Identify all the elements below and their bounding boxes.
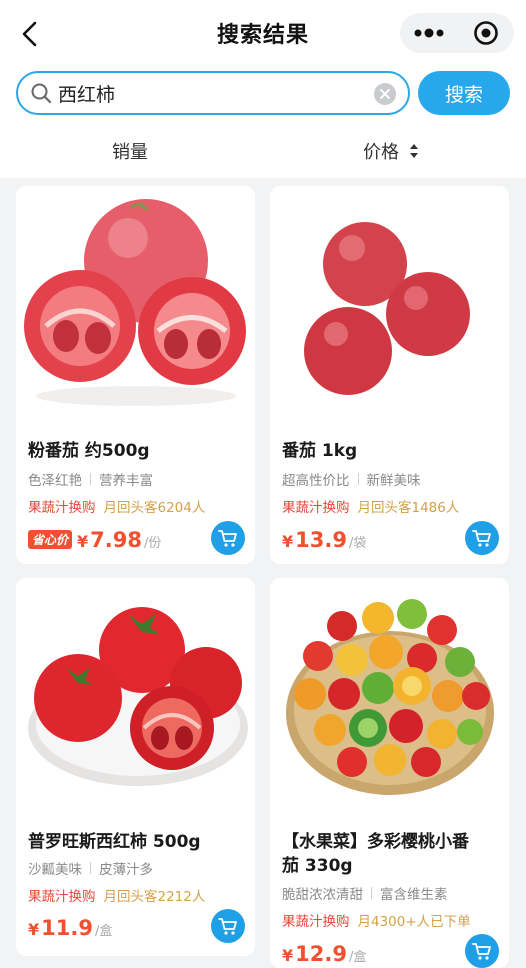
product-tags: 脆甜浓浓清甜 富含维生素 (282, 883, 448, 903)
product-tag: 新鲜美味 (366, 473, 421, 489)
cart-icon (472, 530, 491, 547)
promo-note: 月回头客1486人 (357, 500, 460, 516)
product-tag: 色泽红艳 (28, 473, 82, 489)
sort-bar: 销量 价格 (0, 124, 526, 178)
product-price: ¥ 12.9 /盒 (282, 942, 366, 966)
product-card[interactable]: 普罗旺斯西红柿 500g 沙瓤美味 皮薄汁多 果蔬汁换购 月回头客2212人 ¥… (16, 578, 255, 956)
product-price: 省心价 ¥ 7.98 /份 (28, 528, 161, 552)
tag-divider (371, 887, 372, 899)
product-tags: 超高性价比 新鲜美味 (282, 469, 421, 489)
mini-program-capsule (400, 13, 514, 53)
search-bar: 搜索 (0, 66, 526, 124)
product-title: 普罗旺斯西红柿 500g (28, 832, 201, 852)
promo-label: 果蔬汁换购 (28, 889, 96, 905)
sort-sales-label: 销量 (112, 142, 148, 163)
search-input[interactable] (58, 82, 358, 104)
product-promo: 果蔬汁换购 月4300+人已下单 (282, 910, 471, 930)
product-tags: 色泽红艳 营养丰富 (28, 469, 153, 489)
tag-divider (357, 473, 359, 485)
promo-label: 果蔬汁换购 (28, 500, 96, 516)
product-title: 粉番茄 约500g (28, 441, 150, 461)
sort-by-sales[interactable]: 销量 (112, 138, 148, 164)
price-value: 13.9 (295, 528, 347, 552)
clear-search-button[interactable] (374, 83, 396, 105)
product-tag: 超高性价比 (282, 473, 350, 489)
product-price: ¥ 13.9 /袋 (282, 528, 366, 552)
cart-icon (472, 943, 491, 960)
product-price: ¥ 11.9 /盒 (28, 916, 112, 940)
currency-symbol: ¥ (77, 532, 89, 551)
price-value: 12.9 (295, 942, 347, 966)
product-title-line: 茄 330g (282, 856, 353, 876)
product-tags: 沙瓤美味 皮薄汁多 (28, 858, 153, 878)
product-card[interactable]: 粉番茄 约500g 色泽红艳 营养丰富 果蔬汁换购 月回头客6204人 省心价 … (16, 186, 255, 564)
sort-by-price[interactable]: 价格 (363, 138, 419, 164)
price-badge: 省心价 (28, 530, 73, 549)
promo-note: 月回头客2212人 (103, 889, 206, 905)
price-value: 7.98 (90, 528, 142, 552)
product-title: 【水果菜】多彩樱桃小番 茄 330g (282, 830, 469, 878)
search-icon (31, 83, 52, 104)
tag-divider (90, 473, 91, 485)
product-tag: 沙瓤美味 (28, 862, 82, 878)
product-title-line: 【水果菜】多彩樱桃小番 (282, 832, 469, 852)
product-promo: 果蔬汁换购 月回头客2212人 (28, 885, 205, 905)
currency-symbol: ¥ (282, 532, 294, 551)
sort-price-label: 价格 (363, 142, 399, 163)
product-promo: 果蔬汁换购 月回头客1486人 (282, 496, 459, 516)
more-button[interactable] (400, 13, 457, 53)
product-image (270, 186, 509, 425)
add-to-cart-button[interactable] (465, 934, 499, 968)
close-mini-program-button[interactable] (457, 13, 514, 53)
product-tag: 富含维生素 (380, 887, 448, 903)
product-title: 番茄 1kg (282, 441, 358, 461)
price-value: 11.9 (41, 916, 93, 940)
product-image (16, 578, 255, 817)
promo-note: 月回头客6204人 (103, 500, 206, 516)
product-tag: 脆甜浓浓清甜 (282, 887, 363, 903)
tag-divider (90, 862, 91, 874)
add-to-cart-button[interactable] (465, 521, 499, 555)
promo-label: 果蔬汁换购 (282, 914, 350, 930)
currency-symbol: ¥ (282, 946, 294, 965)
price-unit: /份 (143, 536, 162, 551)
add-to-cart-button[interactable] (211, 909, 245, 943)
cart-icon (218, 530, 237, 547)
product-promo: 果蔬汁换购 月回头客6204人 (28, 496, 205, 516)
product-tag: 营养丰富 (99, 473, 153, 489)
search-button[interactable]: 搜索 (418, 71, 510, 115)
price-unit: /盒 (94, 924, 113, 939)
sort-arrows-icon (409, 144, 419, 158)
promo-note: 月4300+人已下单 (357, 914, 471, 930)
product-card[interactable]: 【水果菜】多彩樱桃小番 茄 330g 脆甜浓浓清甜 富含维生素 果蔬汁换购 月4… (270, 578, 509, 968)
product-image (270, 578, 509, 817)
price-unit: /袋 (348, 536, 367, 551)
promo-label: 果蔬汁换购 (282, 500, 350, 516)
product-card[interactable]: 番茄 1kg 超高性价比 新鲜美味 果蔬汁换购 月回头客1486人 ¥ 13.9… (270, 186, 509, 564)
cart-icon (218, 918, 237, 935)
more-dots-icon (414, 28, 443, 38)
product-tag: 皮薄汁多 (99, 862, 153, 878)
navigation-bar: 搜索结果 (0, 0, 526, 66)
add-to-cart-button[interactable] (211, 521, 245, 555)
price-unit: /盒 (348, 950, 367, 965)
product-image (16, 186, 255, 425)
currency-symbol: ¥ (28, 920, 40, 939)
search-box (16, 71, 410, 115)
close-icon (380, 89, 390, 99)
target-icon (473, 21, 498, 45)
